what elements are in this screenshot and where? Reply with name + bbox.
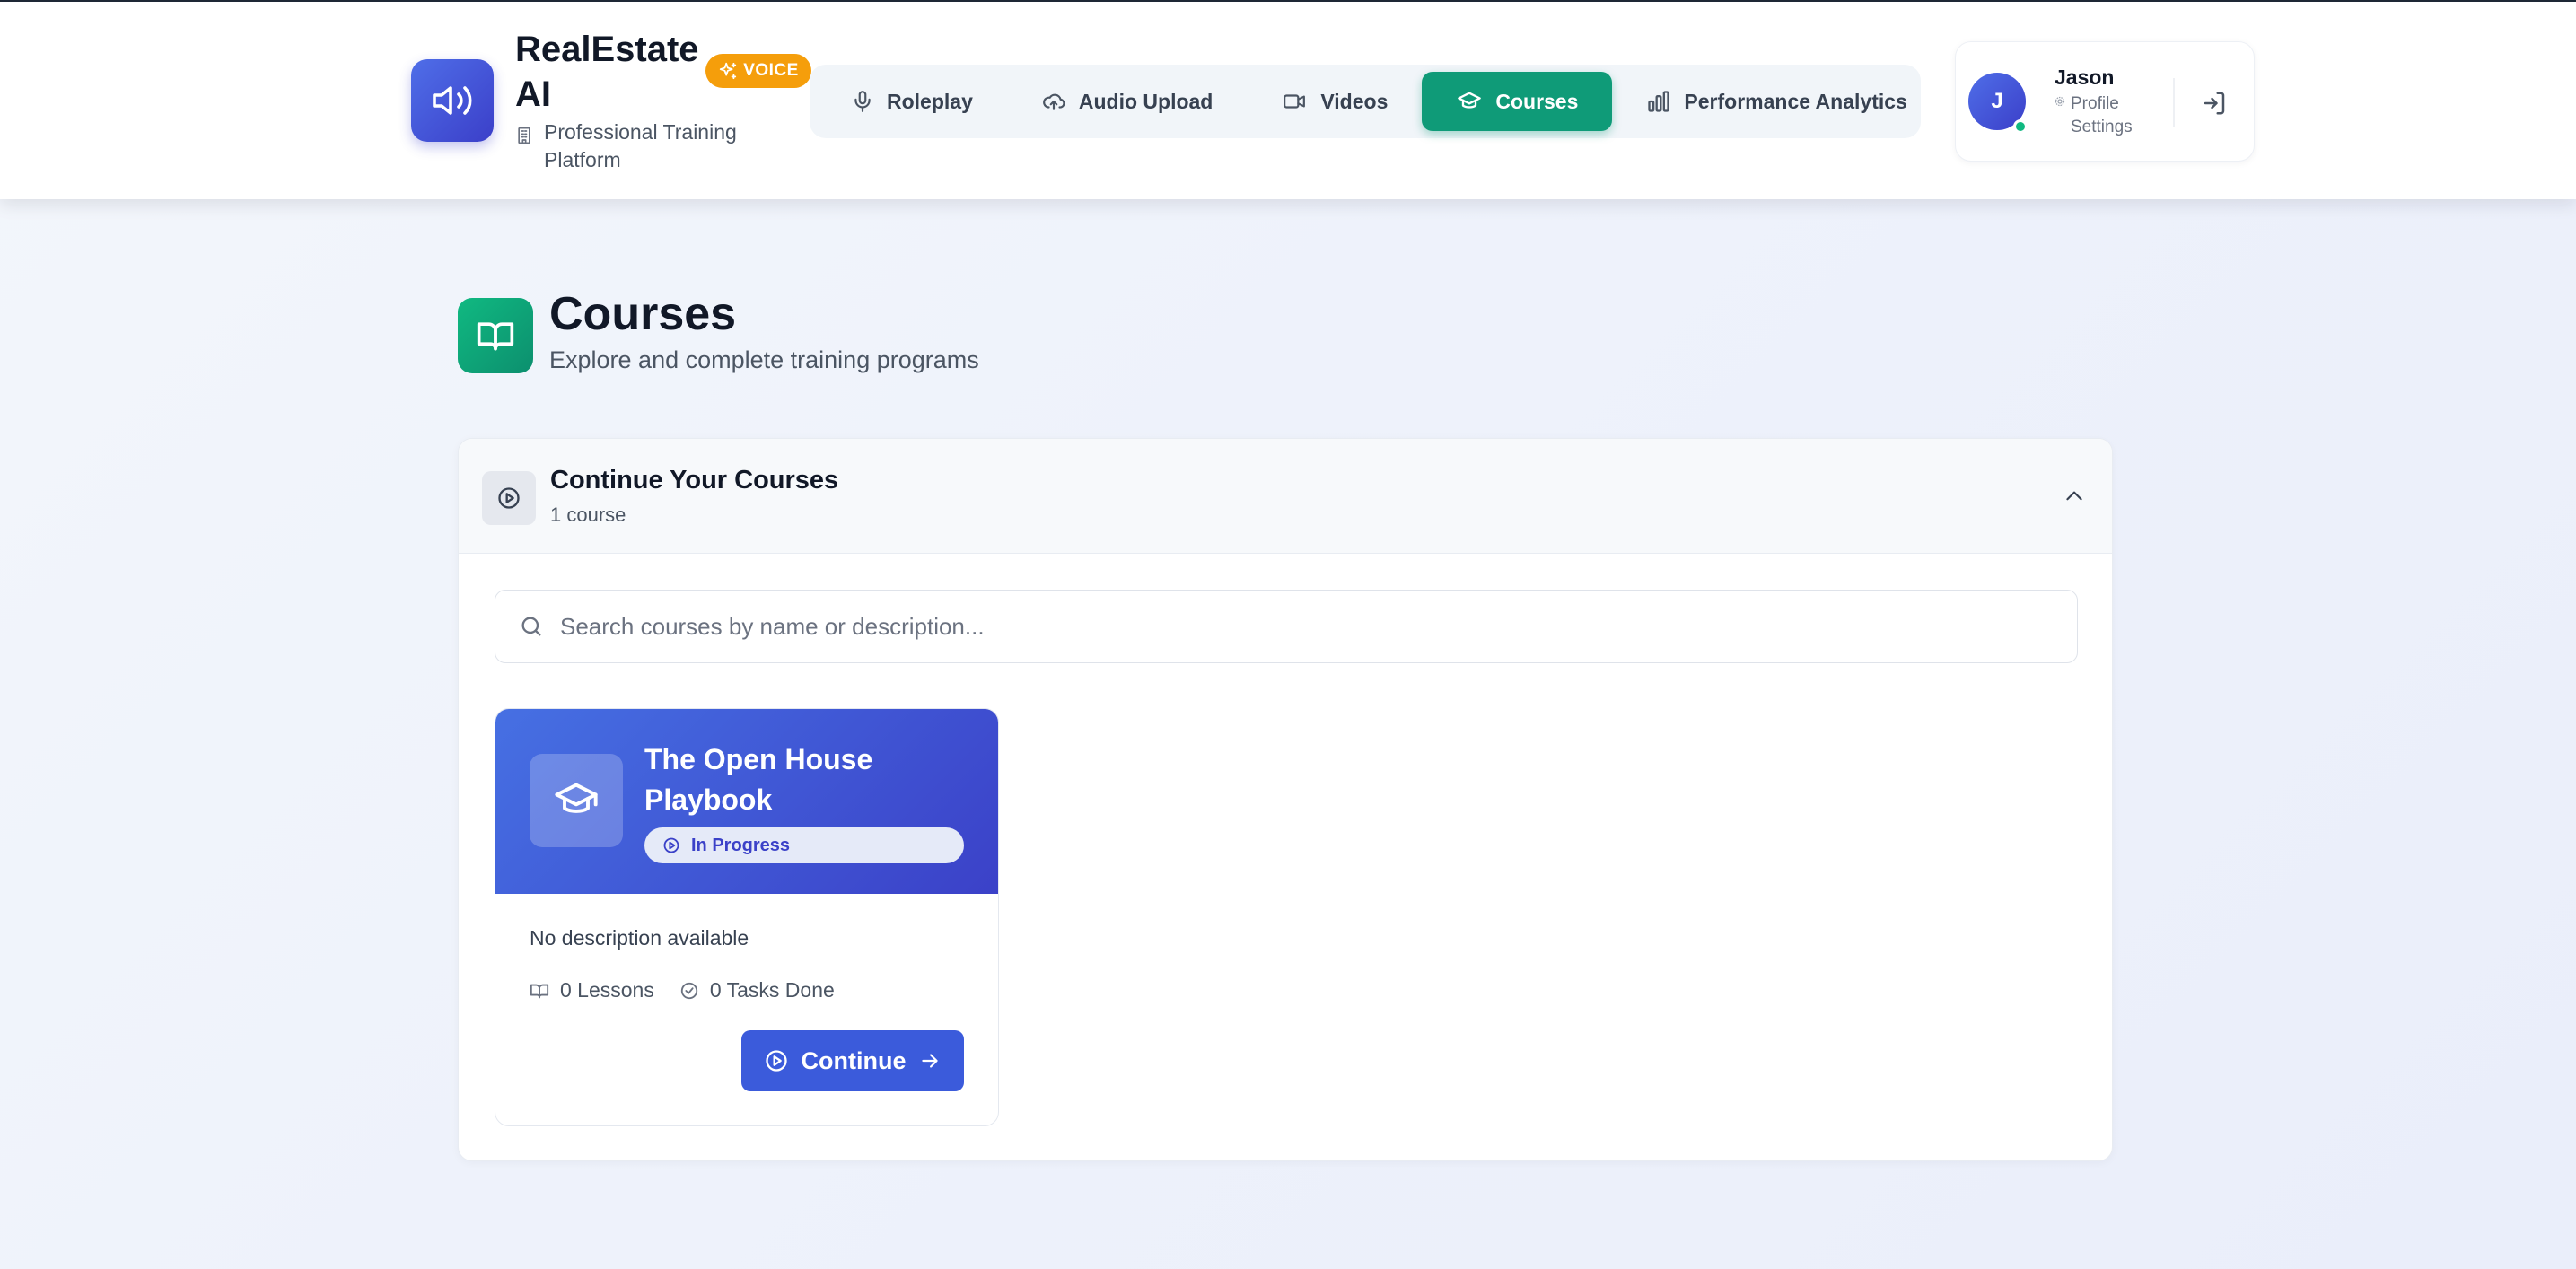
section-title: Continue Your Courses [550,466,839,494]
courses-page-icon [458,298,533,373]
course-banner: The Open House Playbook In Progress [495,709,998,894]
app-header: RealEstate AI VOICE Professional Trainin… [0,2,2576,199]
nav-item-videos[interactable]: Videos [1247,72,1422,131]
course-search [495,590,2078,663]
sparkles-icon [720,62,737,80]
course-title: The Open House Playbook [644,743,873,816]
logout-button[interactable] [2195,83,2234,123]
nav-item-roleplay[interactable]: Roleplay [817,72,1007,131]
voice-badge-label: VOICE [743,61,799,80]
lessons-count: 0 Lessons [530,978,654,1002]
nav-item-label: Performance Analytics [1684,89,1907,113]
microphone-icon [854,91,871,112]
nav-item-audio-upload[interactable]: Audio Upload [1007,72,1247,131]
nav-item-label: Audio Upload [1078,89,1214,113]
play-circle-icon [498,487,520,509]
course-icon-box [530,754,623,847]
lessons-count-text: 0 Lessons [560,978,654,1002]
cloud-upload-icon [1042,93,1065,110]
panel-header-icon-box [482,471,536,525]
tasks-count-text: 0 Tasks Done [709,978,835,1002]
building-icon [518,127,530,144]
nav-item-courses[interactable]: Courses [1422,72,1613,131]
gear-icon [2055,96,2065,107]
continue-button-label: Continue [801,1046,907,1074]
profile-settings-label: Profile Settings [2071,94,2133,136]
section-count: 1 course [550,503,626,526]
graduation-cap-icon [1458,92,1482,109]
play-circle-icon [765,1050,787,1072]
continue-courses-panel: Continue Your Courses 1 course The Open … [458,438,2113,1161]
graduation-cap-icon [555,783,598,813]
course-meta: 0 Lessons 0 Tasks Done [530,978,835,1002]
user-name: Jason [2055,66,2115,89]
nav-item-label: Roleplay [887,89,973,113]
status-badge: In Progress [644,827,964,863]
play-circle-icon [663,837,679,853]
search-input[interactable] [560,612,1996,641]
arrow-right-icon [922,1054,939,1068]
page-subtitle: Explore and complete training programs [549,346,979,373]
collapse-button[interactable] [2058,480,2090,512]
main-nav: Roleplay Audio Upload Videos Courses Per… [810,65,1921,138]
panel-header[interactable]: Continue Your Courses 1 course [459,439,2112,554]
brand-title: RealEstate AI [515,30,699,114]
brand-subtitle-text: Professional Training Platform [544,120,737,171]
speaker-icon [433,86,472,115]
status-badge-label: In Progress [691,835,791,855]
check-circle-icon [680,982,698,999]
app-logo[interactable] [411,59,494,142]
bar-chart-icon [1648,91,1670,112]
user-profile-card[interactable]: J Jason Profile Settings [1955,41,2255,162]
nav-item-label: Courses [1495,89,1579,113]
page-title: Courses [549,288,737,340]
voice-badge: VOICE [705,54,811,88]
search-icon [521,617,541,636]
online-status-dot [2013,119,2028,134]
open-book-icon [530,984,549,998]
continue-button[interactable]: Continue [741,1030,964,1091]
video-camera-icon [1284,94,1306,109]
course-card[interactable]: The Open House Playbook In Progress No d… [495,708,999,1126]
nav-item-label: Videos [1320,89,1389,113]
logout-icon [2204,92,2225,115]
brand-subtitle: Professional Training Platform [515,118,784,174]
open-book-icon [477,322,514,351]
tasks-count: 0 Tasks Done [679,978,835,1002]
chevron-up-icon [2066,491,2082,501]
profile-settings-link[interactable]: Profile Settings [2055,92,2153,139]
course-description: No description available [530,926,749,950]
nav-item-performance-analytics[interactable]: Performance Analytics [1612,72,1941,131]
divider [2173,78,2175,127]
